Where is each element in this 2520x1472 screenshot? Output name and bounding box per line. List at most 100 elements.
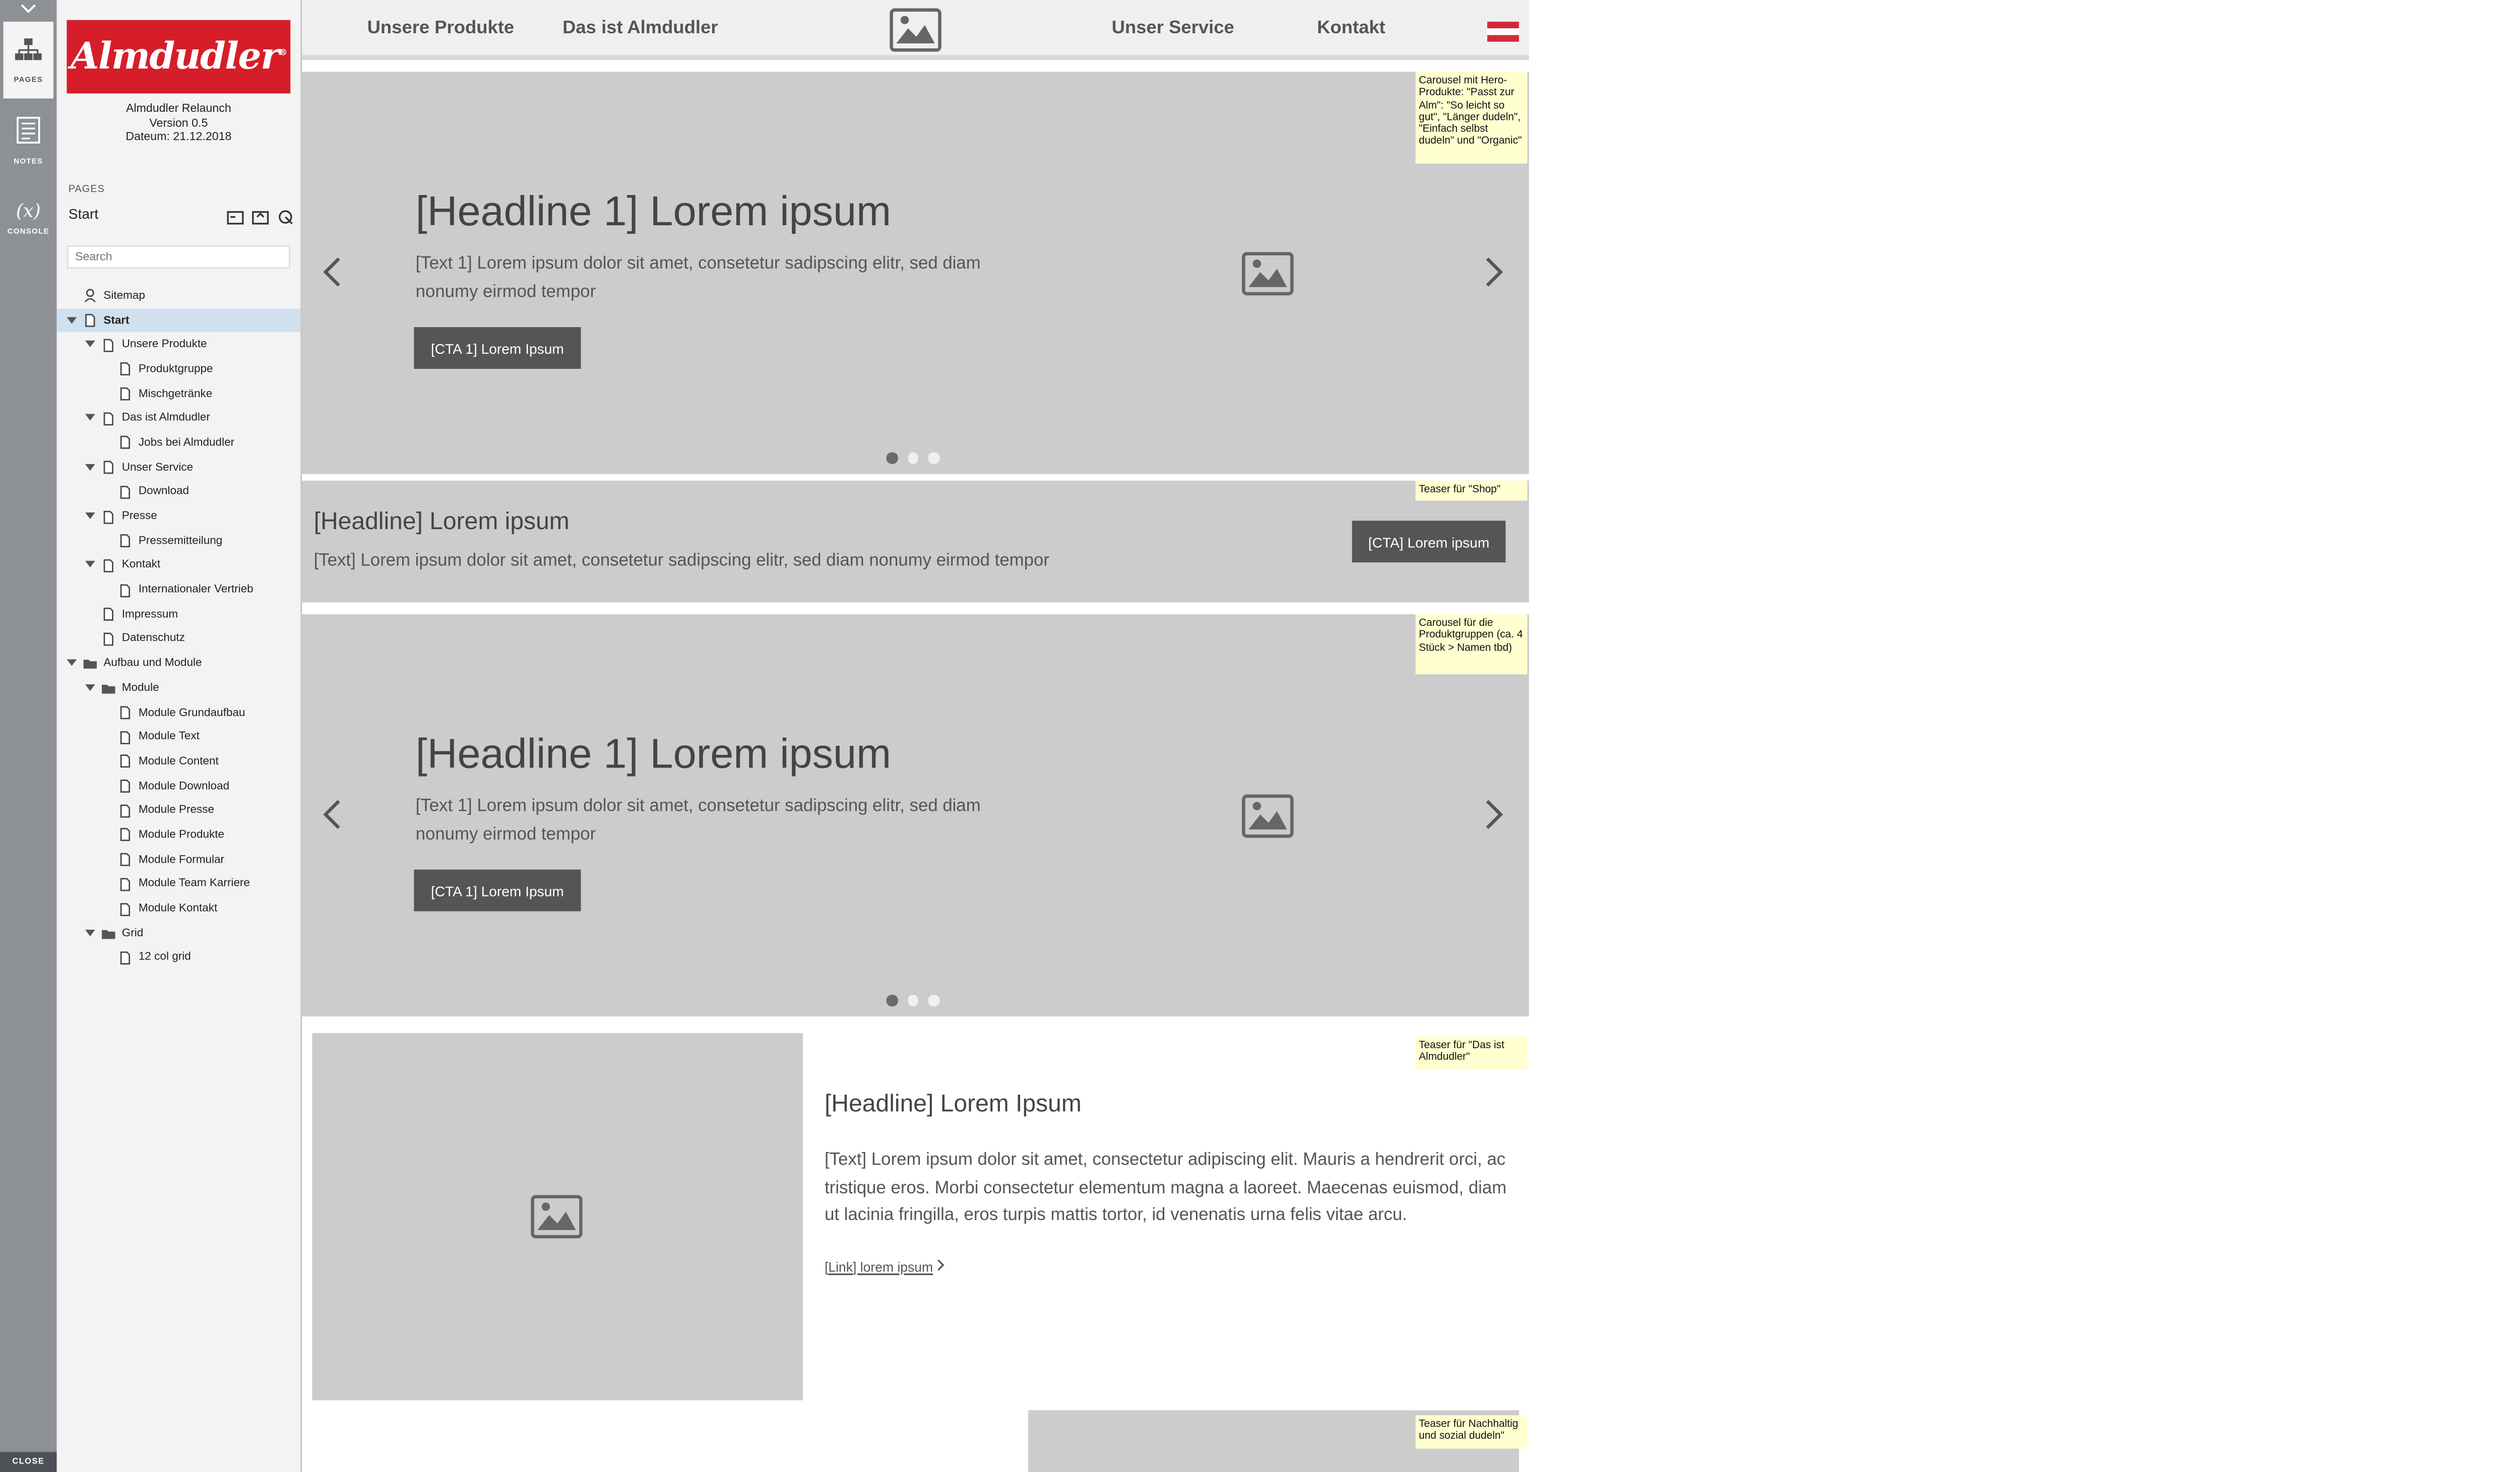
folder-icon bbox=[83, 657, 97, 670]
carousel-dot[interactable] bbox=[928, 994, 939, 1006]
expand-triangle-icon[interactable] bbox=[65, 658, 77, 669]
tree-item-presse[interactable]: Presse bbox=[57, 504, 301, 529]
tree-item-label: Datenschutz bbox=[121, 633, 185, 645]
carousel-prev-chevron-icon[interactable] bbox=[322, 798, 342, 840]
tree-item-label: Module Team Karriere bbox=[138, 878, 250, 890]
nav-kontakt[interactable]: Kontakt bbox=[1317, 18, 1385, 38]
tree-item-start[interactable]: Start bbox=[56, 308, 301, 333]
tree-item-label: Grid bbox=[121, 927, 144, 939]
tree-item-aufbau-und-module[interactable]: Aufbau und Module bbox=[57, 652, 301, 676]
expand-triangle-icon[interactable] bbox=[65, 314, 77, 326]
tree-item-impressum[interactable]: Impressum bbox=[57, 602, 301, 627]
tree-item-label: Sitemap bbox=[103, 290, 145, 302]
hero-headline: [Headline 1] Lorem ipsum bbox=[415, 188, 892, 235]
tree-item-unsere-produkte[interactable]: Unsere Produkte bbox=[57, 333, 301, 357]
nav-das-ist-almdudler[interactable]: Das ist Almdudler bbox=[562, 18, 718, 38]
sitemap-icon bbox=[15, 37, 42, 70]
hero-carousel: [Headline 1] Lorem ipsum [Text 1] Lorem … bbox=[302, 72, 1529, 474]
tree-item-label: Module Text bbox=[138, 731, 200, 743]
tree-item-internationaler-vertrieb[interactable]: Internationaler Vertrieb bbox=[57, 578, 301, 603]
tree-item-module-presse[interactable]: Module Presse bbox=[57, 799, 301, 823]
logo-placeholder-image-icon bbox=[890, 8, 941, 60]
carousel-dot[interactable] bbox=[928, 452, 939, 464]
nav-unser-service[interactable]: Unser Service bbox=[1112, 18, 1234, 38]
tree-item-module-grundaufbau[interactable]: Module Grundaufbau bbox=[57, 700, 301, 725]
expand-triangle-icon[interactable] bbox=[84, 462, 95, 473]
expand-triangle-icon[interactable] bbox=[84, 927, 95, 939]
teaser-das-link[interactable]: [Link] lorem ipsum bbox=[825, 1258, 944, 1275]
tree-item-unser-service[interactable]: Unser Service bbox=[57, 456, 301, 480]
carousel-dot[interactable] bbox=[886, 452, 898, 464]
page-icon bbox=[102, 608, 115, 621]
pages-panel: Almdudler® Almdudler Relaunch Version 0.… bbox=[56, 0, 302, 1472]
project-title: Almdudler Relaunch bbox=[125, 103, 231, 115]
tree-item-das-ist-almdudler[interactable]: Das ist Almdudler bbox=[57, 406, 301, 431]
tree-item-module-text[interactable]: Module Text bbox=[57, 725, 301, 750]
tree-item-module-formular[interactable]: Module Formular bbox=[57, 848, 301, 872]
carousel-next-chevron-icon[interactable] bbox=[1484, 798, 1504, 840]
rail-pages-button[interactable]: PAGES bbox=[3, 22, 53, 99]
tree-item-module-content[interactable]: Module Content bbox=[57, 749, 301, 774]
carousel-dot[interactable] bbox=[907, 452, 918, 464]
carousel-dot[interactable] bbox=[886, 994, 898, 1006]
expand-triangle-icon[interactable] bbox=[84, 511, 95, 523]
teaser-das-link-label: [Link] lorem ipsum bbox=[825, 1259, 933, 1274]
product-image-placeholder-icon bbox=[1242, 794, 1294, 846]
project-version: Version 0.5 bbox=[149, 117, 208, 130]
annotation-note-nachhaltig: Teaser für Nachhaltig und sozial dudeln" bbox=[1415, 1415, 1528, 1449]
tree-item-label: Pressemitteilung bbox=[138, 535, 223, 547]
tree-item-12-col-grid[interactable]: 12 col grid bbox=[57, 945, 301, 970]
teaser-shop-text: [Text] Lorem ipsum dolor sit amet, conse… bbox=[313, 550, 1049, 571]
add-folder-icon[interactable] bbox=[252, 204, 269, 225]
page-tree: Sitemap Start Unsere Produkte Produktgruppe… bbox=[56, 284, 301, 970]
tree-item-grid[interactable]: Grid bbox=[57, 921, 301, 946]
sitemap-icon bbox=[84, 289, 97, 303]
tree-item-mischgetränke[interactable]: Mischgetränke bbox=[57, 382, 301, 407]
carousel-dots bbox=[886, 994, 939, 1006]
expand-triangle-icon[interactable] bbox=[84, 682, 95, 694]
tree-item-produktgruppe[interactable]: Produktgruppe bbox=[57, 357, 301, 382]
rail-console-button[interactable]: (x) CONSOLE bbox=[4, 178, 53, 255]
tree-item-module[interactable]: Module bbox=[57, 676, 301, 700]
teaser-shop-cta-button[interactable]: [CTA] Lorem ipsum bbox=[1352, 521, 1506, 563]
tree-item-module-kontakt[interactable]: Module Kontakt bbox=[57, 897, 301, 921]
expand-triangle-icon[interactable] bbox=[84, 560, 95, 571]
tree-item-jobs-bei-almdudler[interactable]: Jobs bei Almdudler bbox=[57, 431, 301, 456]
hero-cta-button[interactable]: [CTA 1] Lorem Ipsum bbox=[414, 327, 581, 369]
expand-triangle-icon[interactable] bbox=[84, 339, 95, 351]
rail-notes-button[interactable]: NOTES bbox=[4, 102, 53, 178]
tree-item-label: 12 col grid bbox=[138, 952, 191, 964]
page-icon bbox=[118, 584, 132, 597]
tree-item-datenschutz[interactable]: Datenschutz bbox=[57, 627, 301, 652]
teaser-shop-headline: [Headline] Lorem ipsum bbox=[313, 509, 570, 536]
carousel-prev-chevron-icon[interactable] bbox=[322, 255, 342, 297]
tree-item-label: Kontakt bbox=[121, 559, 161, 572]
collapse-chevron-icon[interactable] bbox=[0, 0, 57, 17]
hero-image-placeholder-icon bbox=[1242, 252, 1294, 304]
tree-item-module-team-karriere[interactable]: Module Team Karriere bbox=[57, 872, 301, 897]
nav-unsere-produkte[interactable]: Unsere Produkte bbox=[367, 18, 515, 38]
carousel-next-chevron-icon[interactable] bbox=[1484, 255, 1504, 297]
project-meta: Almdudler Relaunch Version 0.5 Dateum: 2… bbox=[57, 103, 301, 146]
page-search-input[interactable] bbox=[67, 245, 291, 269]
tree-item-label: Internationaler Vertrieb bbox=[138, 584, 254, 596]
tree-item-pressemitteilung[interactable]: Pressemitteilung bbox=[57, 529, 301, 553]
tree-item-module-produkte[interactable]: Module Produkte bbox=[57, 823, 301, 848]
page-icon bbox=[118, 485, 132, 499]
expand-triangle-icon[interactable] bbox=[84, 413, 95, 424]
tree-item-label: Module Produkte bbox=[138, 829, 225, 842]
product-carousel-cta-button[interactable]: [CTA 1] Lorem Ipsum bbox=[414, 869, 581, 912]
annotation-note-hero: Carousel mit Hero-Produkte: "Passt zur A… bbox=[1415, 72, 1528, 164]
tree-item-download[interactable]: Download bbox=[57, 480, 301, 504]
austria-flag-icon[interactable] bbox=[1487, 22, 1519, 42]
current-page-name: Start bbox=[68, 205, 99, 222]
tree-item-module-download[interactable]: Module Download bbox=[57, 774, 301, 799]
page-settings-icon[interactable] bbox=[277, 204, 294, 224]
tree-item-label: Module bbox=[121, 682, 159, 694]
tree-item-sitemap[interactable]: Sitemap bbox=[57, 284, 301, 308]
tree-item-kontakt[interactable]: Kontakt bbox=[57, 553, 301, 578]
close-button[interactable]: CLOSE bbox=[0, 1452, 57, 1472]
chevron-right-icon bbox=[936, 1258, 945, 1275]
carousel-dot[interactable] bbox=[907, 994, 918, 1006]
add-page-icon[interactable] bbox=[227, 204, 244, 225]
